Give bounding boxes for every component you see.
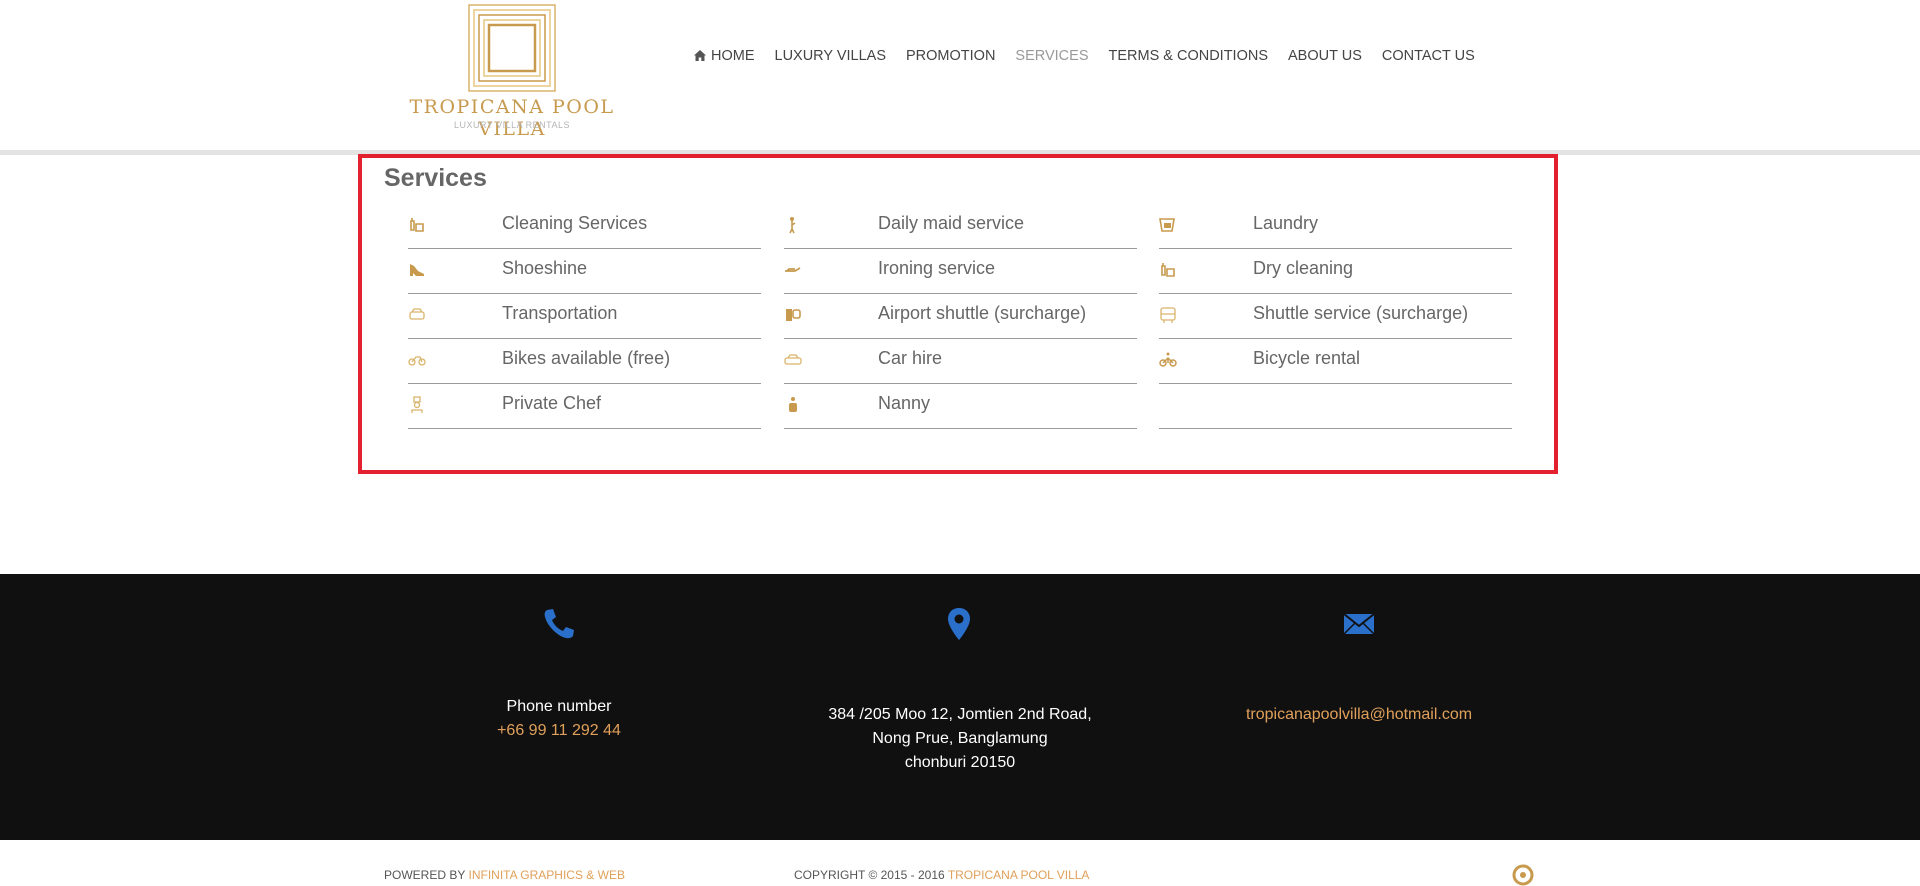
phone-block: Phone number +66 99 11 292 44: [359, 695, 759, 743]
services-column-2: Daily maid service Ironing service Airpo…: [784, 204, 1137, 429]
powered-by: POWERED BY INFINITA GRAPHICS & WEB: [384, 868, 625, 882]
main-nav: HOME LUXURY VILLAS PROMOTION SERVICES TE…: [694, 48, 1475, 64]
service-row: Private Chef: [408, 384, 761, 429]
nav-item-home[interactable]: HOME: [694, 48, 755, 64]
services-title: Services: [384, 164, 487, 192]
copyright-prefix: COPYRIGHT © 2015 - 2016: [794, 868, 945, 882]
shuttle-icon: [786, 309, 801, 321]
service-row: Bicycle rental: [1159, 339, 1512, 384]
site-footer: Phone number +66 99 11 292 44 384 /205 M…: [0, 574, 1920, 840]
service-label: Cleaning Services: [502, 213, 648, 233]
service-label: Bicycle rental: [1253, 348, 1361, 368]
logo-title: TROPICANA POOL VILLA: [409, 96, 615, 140]
nav-item-services[interactable]: SERVICES: [1015, 48, 1088, 64]
email-block: tropicanapoolvilla@hotmail.com: [1159, 703, 1559, 727]
service-label: Car hire: [878, 348, 943, 368]
shoe-icon: [410, 264, 424, 276]
maid-icon: [789, 217, 796, 234]
service-row: Car hire: [784, 339, 1137, 384]
service-label: Private Chef: [502, 393, 602, 413]
nav-label: HOME: [711, 48, 755, 64]
service-row-empty: [1159, 384, 1512, 429]
bike-icon: [408, 356, 426, 366]
site-logo[interactable]: TROPICANA POOL VILLA LUXURY VILLA RENTAL…: [383, 0, 641, 140]
service-label: Transportation: [502, 303, 618, 323]
copyright: COPYRIGHT © 2015 - 2016 TROPICANA POOL V…: [794, 868, 1089, 882]
scroll-top-icon[interactable]: [1512, 864, 1534, 886]
powered-by-link[interactable]: INFINITA GRAPHICS & WEB: [468, 868, 624, 882]
nav-item-terms[interactable]: TERMS & CONDITIONS: [1109, 48, 1269, 64]
service-row: Transportation: [408, 294, 761, 339]
site-header: TROPICANA POOL VILLA LUXURY VILLA RENTAL…: [0, 0, 1920, 150]
nav-item-about-us[interactable]: ABOUT US: [1288, 48, 1362, 64]
service-row: Shoeshine: [408, 249, 761, 294]
service-row: Shuttle service (surcharge): [1159, 294, 1512, 339]
powered-by-prefix: POWERED BY: [384, 868, 466, 882]
address-line-3: chonburi 20150: [904, 754, 1016, 771]
laundry-icon: [1159, 218, 1175, 232]
car-hire-icon: [784, 354, 802, 365]
logo-subtitle: LUXURY VILLA RENTALS: [453, 120, 571, 130]
nav-item-promotion[interactable]: PROMOTION: [906, 48, 995, 64]
services-column-1: Cleaning Services Shoeshine Transportati…: [408, 204, 761, 429]
logo-mark-icon: [468, 4, 556, 92]
nav-item-contact-us[interactable]: CONTACT US: [1382, 48, 1475, 64]
address-line-2: Nong Prue, Banglamung: [872, 730, 1048, 747]
copyright-link[interactable]: TROPICANA POOL VILLA: [948, 868, 1090, 882]
nanny-icon: [789, 397, 797, 412]
cleaning-icon: [410, 218, 424, 232]
service-label: Dry cleaning: [1253, 258, 1354, 278]
service-row: Bikes available (free): [408, 339, 761, 384]
service-label: Shoeshine: [502, 258, 588, 278]
service-row: Cleaning Services: [408, 204, 761, 249]
home-icon: [694, 50, 706, 61]
address-line-1: 384 /205 Moo 12, Jomtien 2nd Road,: [828, 706, 1092, 723]
service-label: Bikes available (free): [502, 348, 671, 368]
service-label: Ironing service: [878, 258, 996, 278]
bicycle-icon: [1159, 352, 1177, 367]
services-column-3: Laundry Dry cleaning Shuttle service (su…: [1159, 204, 1512, 429]
service-row: Laundry: [1159, 204, 1512, 249]
phone-icon: [544, 609, 574, 639]
dry-cleaning-icon: [1161, 263, 1175, 277]
service-row: Nanny: [784, 384, 1137, 429]
phone-link[interactable]: +66 99 11 292 44: [359, 719, 759, 743]
service-row: Ironing service: [784, 249, 1137, 294]
car-icon: [409, 308, 425, 320]
chef-icon: [411, 396, 423, 413]
service-label: Shuttle service (surcharge): [1253, 303, 1469, 323]
service-label: Airport shuttle (surcharge): [878, 303, 1087, 323]
service-row: Daily maid service: [784, 204, 1137, 249]
service-label: Daily maid service: [878, 213, 1025, 233]
iron-icon: [785, 267, 801, 272]
service-row: Dry cleaning: [1159, 249, 1512, 294]
address-block: 384 /205 Moo 12, Jomtien 2nd Road, Nong …: [760, 703, 1160, 775]
service-row: Airport shuttle (surcharge): [784, 294, 1137, 339]
service-label: Laundry: [1253, 213, 1319, 233]
envelope-icon: [1343, 613, 1375, 635]
phone-heading: Phone number: [506, 698, 612, 715]
email-link[interactable]: tropicanapoolvilla@hotmail.com: [1159, 703, 1559, 727]
map-pin-icon: [948, 608, 970, 640]
nav-item-luxury-villas[interactable]: LUXURY VILLAS: [775, 48, 887, 64]
service-label: Nanny: [878, 393, 931, 413]
bus-icon: [1160, 307, 1176, 323]
